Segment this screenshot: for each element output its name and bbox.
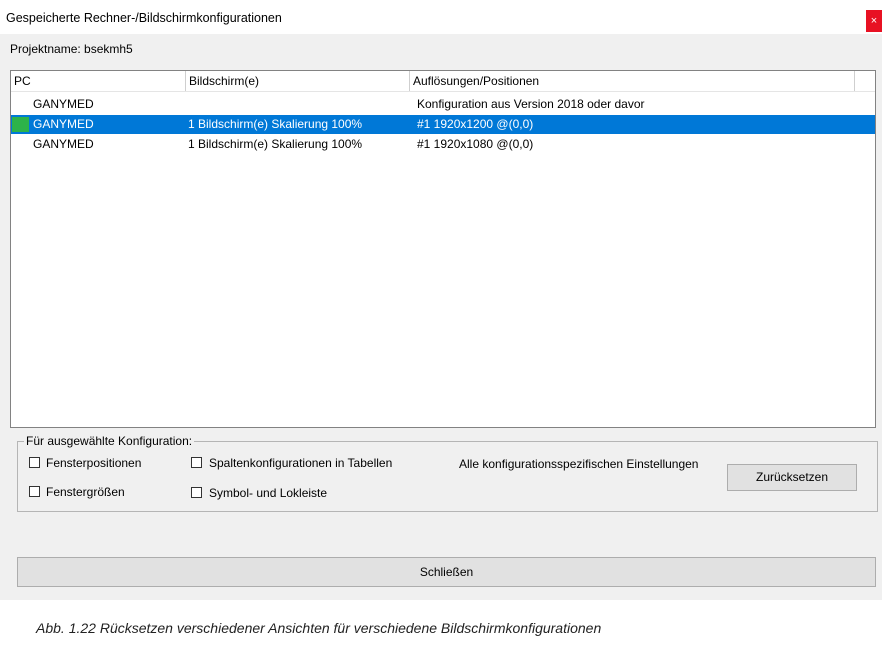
list-header: PC Bildschirm(e) Auflösungen/Positionen	[11, 71, 875, 92]
symbol-bar-checkbox[interactable]	[191, 487, 202, 498]
title-bar: Gespeicherte Rechner-/Bildschirmkonfigur…	[0, 0, 882, 34]
project-name-label: Projektname: bsekmh5	[10, 42, 133, 56]
window-title: Gespeicherte Rechner-/Bildschirmkonfigur…	[6, 11, 282, 25]
selection-marker	[12, 117, 29, 132]
window-sizes-checkbox[interactable]	[29, 486, 40, 497]
row-resolution: #1 1920x1200 @(0,0)	[417, 117, 534, 131]
row-resolution: Konfiguration aus Version 2018 oder davo…	[417, 97, 645, 111]
list-row[interactable]: GANYMED 1 Bildschirm(e) Skalierung 100% …	[11, 135, 875, 154]
list-row-selected[interactable]: GANYMED 1 Bildschirm(e) Skalierung 100% …	[11, 115, 875, 134]
close-icon: ×	[870, 15, 878, 27]
symbol-bar-label[interactable]: Symbol- und Lokleiste	[209, 486, 327, 500]
window-positions-label[interactable]: Fensterpositionen	[46, 456, 141, 470]
config-dialog: Gespeicherte Rechner-/Bildschirmkonfigur…	[0, 0, 882, 600]
list-row[interactable]: GANYMED Konfiguration aus Version 2018 o…	[11, 95, 875, 114]
column-header-resolutions[interactable]: Auflösungen/Positionen	[410, 71, 855, 91]
reset-button[interactable]: Zurücksetzen	[727, 464, 857, 491]
window-sizes-label[interactable]: Fenstergrößen	[46, 485, 125, 499]
row-screens: 1 Bildschirm(e) Skalierung 100%	[188, 137, 363, 151]
all-settings-label: Alle konfigurationsspezifischen Einstell…	[459, 457, 699, 471]
column-configs-label[interactable]: Spaltenkonfigurationen in Tabellen	[209, 456, 392, 470]
row-pc: GANYMED	[33, 97, 94, 111]
row-resolution: #1 1920x1080 @(0,0)	[417, 137, 534, 151]
window-positions-checkbox[interactable]	[29, 457, 40, 468]
row-pc: GANYMED	[33, 137, 94, 151]
figure-caption: Abb. 1.22 Rücksetzen verschiedener Ansic…	[36, 620, 602, 636]
column-configs-checkbox[interactable]	[191, 457, 202, 468]
row-screens: 1 Bildschirm(e) Skalierung 100%	[188, 117, 363, 131]
column-header-spacer	[855, 71, 875, 91]
close-button[interactable]: Schließen	[17, 557, 876, 587]
close-window-button[interactable]: ×	[866, 10, 882, 32]
column-header-screens[interactable]: Bildschirm(e)	[186, 71, 410, 91]
column-header-pc[interactable]: PC	[11, 71, 186, 91]
group-legend: Für ausgewählte Konfiguration:	[24, 434, 195, 448]
configuration-list[interactable]: PC Bildschirm(e) Auflösungen/Positionen …	[10, 70, 876, 428]
row-pc: GANYMED	[33, 117, 94, 131]
